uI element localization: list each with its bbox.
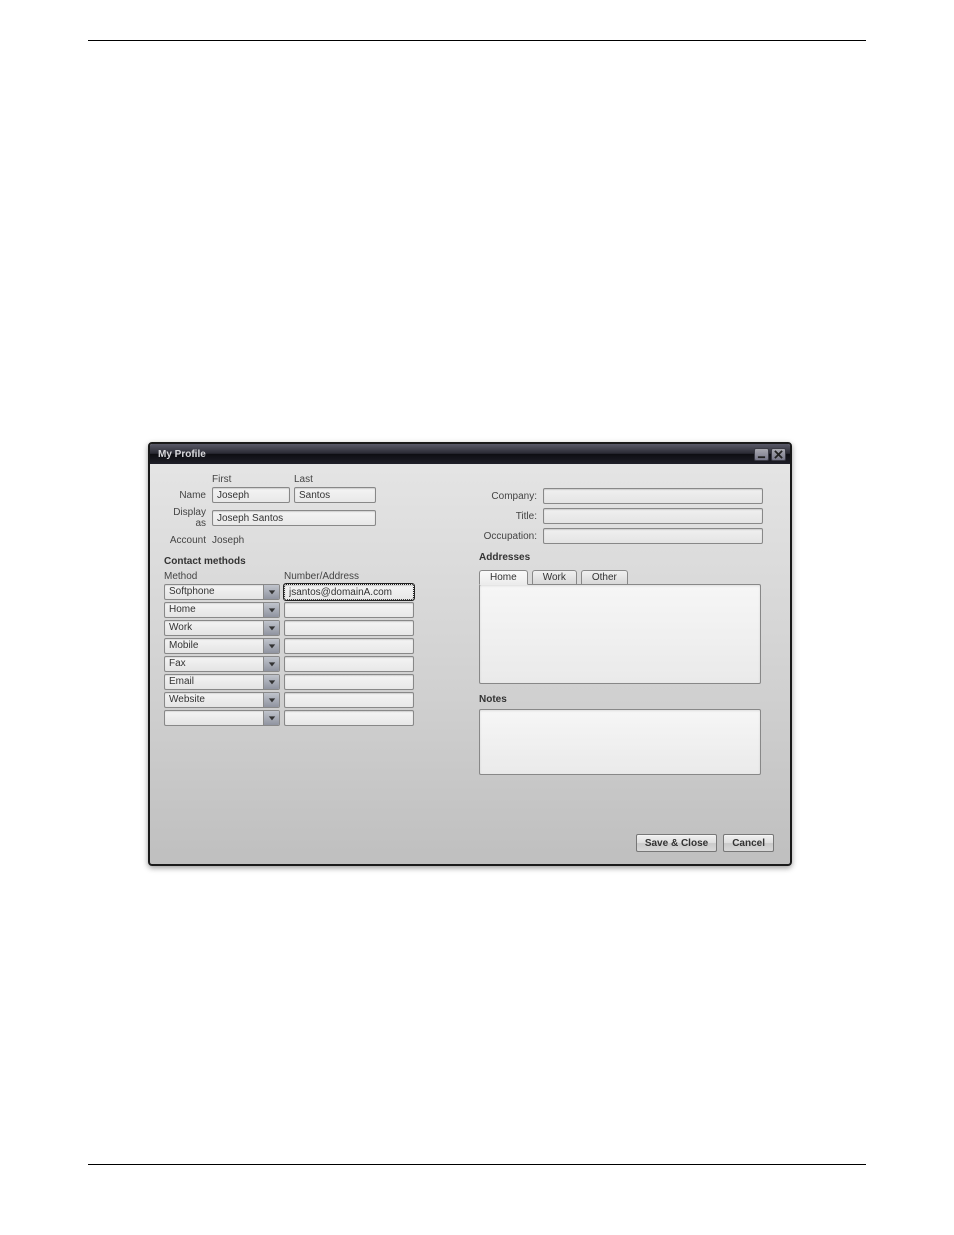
method-select[interactable]	[164, 710, 280, 726]
method-select[interactable]: Home	[164, 602, 280, 618]
chevron-down-icon	[268, 624, 276, 632]
contact-address-field[interactable]	[284, 602, 414, 618]
last-name-field[interactable]	[294, 487, 376, 503]
notes-panel[interactable]	[479, 709, 761, 775]
first-name-header: First	[212, 474, 294, 485]
title-field[interactable]	[543, 508, 763, 524]
save-close-button[interactable]: Save & Close	[636, 834, 717, 852]
title-label: Title:	[479, 511, 543, 522]
display-as-field[interactable]	[212, 510, 376, 526]
contact-row-email: Email	[164, 674, 461, 690]
number-address-header: Number/Address	[284, 571, 359, 582]
dropdown-arrow[interactable]	[263, 657, 279, 671]
footer-buttons: Save & Close Cancel	[636, 834, 774, 852]
contact-row-home: Home	[164, 602, 461, 618]
dropdown-arrow[interactable]	[263, 711, 279, 725]
contact-address-field[interactable]	[284, 638, 414, 654]
chevron-down-icon	[268, 642, 276, 650]
contact-row-work: Work	[164, 620, 461, 636]
occupation-label: Occupation:	[479, 531, 543, 542]
method-select-text: Softphone	[165, 585, 263, 599]
company-field[interactable]	[543, 488, 763, 504]
account-label: Account	[164, 535, 212, 546]
contact-address-field[interactable]	[284, 710, 414, 726]
dialog-body: First Last Name Display as Account Josep…	[150, 464, 790, 864]
method-select-text: Work	[165, 621, 263, 635]
contact-methods-title: Contact methods	[164, 556, 461, 567]
close-button[interactable]	[771, 448, 786, 461]
contact-address-field[interactable]	[284, 674, 414, 690]
occupation-field[interactable]	[543, 528, 763, 544]
method-select-text: Home	[165, 603, 263, 617]
minimize-button[interactable]	[754, 448, 769, 461]
tab-other[interactable]: Other	[581, 570, 628, 585]
notes-title: Notes	[479, 694, 776, 705]
contact-address-field[interactable]	[284, 692, 414, 708]
tab-home[interactable]: Home	[479, 570, 528, 585]
method-select[interactable]: Softphone	[164, 584, 280, 600]
chevron-down-icon	[268, 606, 276, 614]
display-as-label: Display as	[164, 507, 212, 529]
method-select-text: Website	[165, 693, 263, 707]
first-name-field[interactable]	[212, 487, 290, 503]
cancel-button[interactable]: Cancel	[723, 834, 774, 852]
method-select-text	[165, 711, 263, 725]
dropdown-arrow[interactable]	[263, 675, 279, 689]
chevron-down-icon	[268, 588, 276, 596]
method-select-text: Email	[165, 675, 263, 689]
method-select[interactable]: Mobile	[164, 638, 280, 654]
close-icon	[774, 450, 783, 459]
contact-row-empty	[164, 710, 461, 726]
dropdown-arrow[interactable]	[263, 603, 279, 617]
contact-row-website: Website	[164, 692, 461, 708]
contact-address-field[interactable]	[284, 656, 414, 672]
contact-address-field[interactable]	[284, 584, 414, 600]
method-select[interactable]: Website	[164, 692, 280, 708]
method-header: Method	[164, 571, 284, 582]
address-panel[interactable]	[479, 584, 761, 684]
contact-address-field[interactable]	[284, 620, 414, 636]
name-label: Name	[164, 490, 212, 501]
page-footer-rule	[88, 1164, 866, 1165]
dropdown-arrow[interactable]	[263, 585, 279, 599]
titlebar: My Profile	[150, 444, 790, 464]
address-tabs: Home Work Other	[479, 569, 776, 584]
dropdown-arrow[interactable]	[263, 639, 279, 653]
chevron-down-icon	[268, 696, 276, 704]
method-select-text: Fax	[165, 657, 263, 671]
dropdown-arrow[interactable]	[263, 621, 279, 635]
chevron-down-icon	[268, 660, 276, 668]
addresses-title: Addresses	[479, 552, 776, 563]
method-select[interactable]: Email	[164, 674, 280, 690]
tab-work[interactable]: Work	[532, 570, 577, 585]
profile-dialog: My Profile First Last Name	[148, 442, 792, 866]
minimize-icon	[757, 450, 766, 459]
window-controls	[754, 448, 786, 461]
method-select[interactable]: Work	[164, 620, 280, 636]
contact-row-softphone: Softphone	[164, 584, 461, 600]
right-column: Company: Title: Occupation: Addresses Ho…	[479, 474, 776, 854]
left-column: First Last Name Display as Account Josep…	[164, 474, 461, 854]
method-select-text: Mobile	[165, 639, 263, 653]
company-label: Company:	[479, 491, 543, 502]
page-header-rule	[88, 40, 866, 41]
last-name-header: Last	[294, 474, 376, 485]
chevron-down-icon	[268, 714, 276, 722]
window-title: My Profile	[158, 449, 206, 460]
contact-row-fax: Fax	[164, 656, 461, 672]
dropdown-arrow[interactable]	[263, 693, 279, 707]
account-value: Joseph	[212, 535, 244, 546]
chevron-down-icon	[268, 678, 276, 686]
method-select[interactable]: Fax	[164, 656, 280, 672]
contact-row-mobile: Mobile	[164, 638, 461, 654]
